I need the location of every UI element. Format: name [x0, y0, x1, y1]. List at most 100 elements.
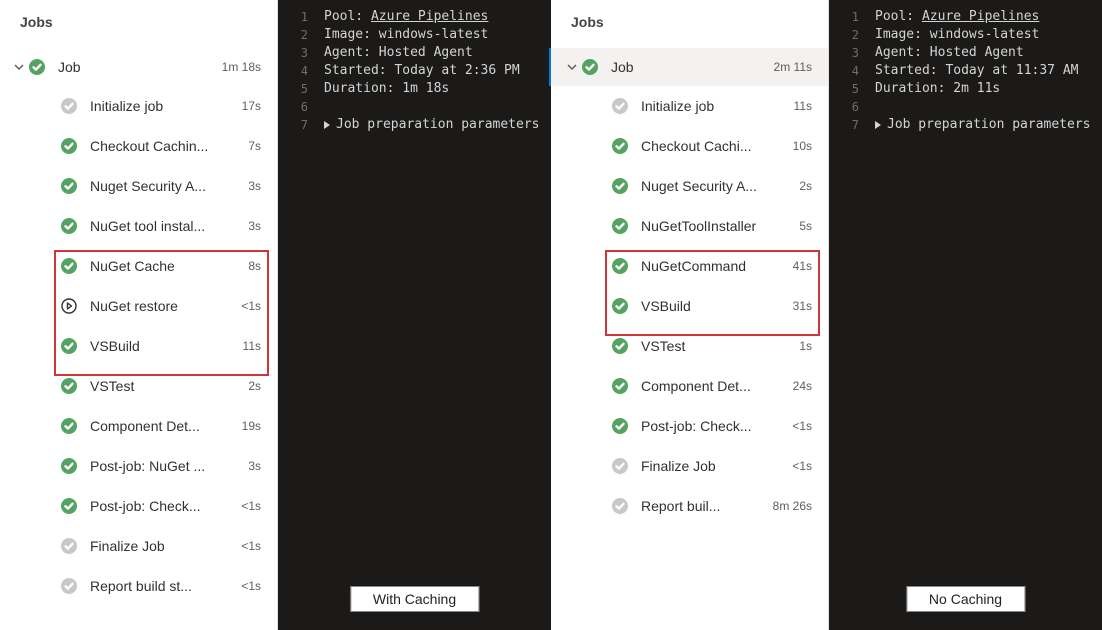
log-duration: Duration: 2m 11s	[875, 80, 1000, 98]
triangle-right-icon	[324, 121, 330, 129]
step-label: VSTest	[90, 378, 242, 394]
step-label: Finalize Job	[641, 458, 786, 474]
step-duration: 11s	[794, 99, 812, 113]
success-icon	[60, 137, 78, 155]
success-icon	[60, 337, 78, 355]
step-row[interactable]: NuGet tool instal...3s	[0, 206, 277, 246]
step-row[interactable]: Component Det... 24s	[551, 366, 828, 406]
success-icon	[611, 417, 629, 435]
step-row[interactable]: NuGet restore<1s	[0, 286, 277, 326]
step-row[interactable]: VSTest 2s	[0, 366, 277, 406]
step-row[interactable]: NuGetCommand 41s	[551, 246, 828, 286]
neutral-icon	[60, 97, 78, 115]
log-started: Started: Today at 11:37 AM	[875, 62, 1079, 80]
job-row-parent[interactable]: Job1m 18s	[0, 48, 277, 86]
job-row-parent[interactable]: Job2m 11s	[549, 48, 828, 86]
step-row[interactable]: Component Det...19s	[0, 406, 277, 446]
success-icon	[60, 457, 78, 475]
jobs-header: Jobs	[571, 14, 828, 30]
step-duration: 41s	[793, 259, 812, 273]
log-panel: 1Pool: Azure Pipelines2Image: windows-la…	[278, 0, 551, 630]
step-row[interactable]: Initialize job17s	[0, 86, 277, 126]
step-row[interactable]: NuGet Cache 8s	[0, 246, 277, 286]
step-label: Nuget Security A...	[90, 178, 242, 194]
step-label: Report buil...	[641, 498, 767, 514]
step-row[interactable]: Post-job: Check...<1s	[551, 406, 828, 446]
success-icon	[581, 58, 599, 76]
neutral-icon	[611, 97, 629, 115]
step-duration: 3s	[248, 179, 261, 193]
caption-label: No Caching	[906, 586, 1025, 612]
jobs-panel: Jobs Job2m 11sInitialize job11sCheckout C…	[551, 0, 829, 630]
step-label: Post-job: Check...	[90, 498, 235, 514]
step-row[interactable]: VSBuild 31s	[551, 286, 828, 326]
step-duration: 24s	[793, 379, 812, 393]
step-label: NuGetCommand	[641, 258, 787, 274]
step-duration: 8s	[248, 259, 261, 273]
log-pool: Pool: Azure Pipelines	[875, 8, 1039, 26]
success-icon	[60, 417, 78, 435]
step-duration: <1s	[792, 459, 812, 473]
step-duration: 1s	[799, 339, 812, 353]
success-icon	[611, 297, 629, 315]
log-panel: 1Pool: Azure Pipelines2Image: windows-la…	[829, 0, 1102, 630]
step-label: Initialize job	[90, 98, 236, 114]
step-row[interactable]: Post-job: NuGet ...3s	[0, 446, 277, 486]
success-icon	[611, 257, 629, 275]
log-image: Image: windows-latest	[875, 26, 1039, 44]
step-label: Report build st...	[90, 578, 235, 594]
step-label: NuGet Cache	[90, 258, 242, 274]
step-row[interactable]: VSBuild11s	[0, 326, 277, 366]
job-duration: 2m 11s	[774, 60, 812, 74]
success-icon	[60, 217, 78, 235]
success-icon	[28, 58, 46, 76]
success-icon	[611, 217, 629, 235]
log-collapsible[interactable]: Job preparation parameters	[875, 116, 1091, 134]
step-label: NuGetToolInstaller	[641, 218, 793, 234]
step-duration: 10s	[793, 139, 812, 153]
step-duration: 5s	[799, 219, 812, 233]
step-row[interactable]: Checkout Cachin...7s	[0, 126, 277, 166]
step-label: Finalize Job	[90, 538, 235, 554]
step-duration: <1s	[241, 539, 261, 553]
step-row[interactable]: Report buil... 8m 26s	[551, 486, 828, 526]
neutral-icon	[60, 577, 78, 595]
log-agent: Agent: Hosted Agent	[324, 44, 473, 62]
log-started: Started: Today at 2:36 PM	[324, 62, 520, 80]
chevron-down-icon[interactable]	[563, 61, 581, 73]
step-row[interactable]: Initialize job11s	[551, 86, 828, 126]
success-icon	[611, 337, 629, 355]
step-row[interactable]: Nuget Security A... 3s	[0, 166, 277, 206]
step-label: Nuget Security A...	[641, 178, 793, 194]
step-label: NuGet tool instal...	[90, 218, 242, 234]
step-row[interactable]: Finalize Job <1s	[0, 526, 277, 566]
step-row[interactable]: VSTest1s	[551, 326, 828, 366]
step-duration: 19s	[242, 419, 261, 433]
step-duration: 2s	[248, 379, 261, 393]
pool-link[interactable]: Azure Pipelines	[371, 9, 488, 24]
success-icon	[611, 177, 629, 195]
step-duration: <1s	[241, 579, 261, 593]
step-row[interactable]: Post-job: Check...<1s	[0, 486, 277, 526]
step-label: Component Det...	[641, 378, 787, 394]
step-label: VSBuild	[641, 298, 787, 314]
chevron-down-icon[interactable]	[10, 61, 28, 73]
neutral-icon	[611, 497, 629, 515]
step-duration: 7s	[248, 139, 261, 153]
step-row[interactable]: Finalize Job <1s	[551, 446, 828, 486]
jobs-header: Jobs	[20, 14, 277, 30]
step-label: VSBuild	[90, 338, 237, 354]
step-row[interactable]: Checkout Cachi...10s	[551, 126, 828, 166]
step-duration: 8m 26s	[773, 499, 812, 513]
success-icon	[60, 177, 78, 195]
log-collapsible[interactable]: Job preparation parameters	[324, 116, 540, 134]
success-icon	[60, 497, 78, 515]
step-duration: 3s	[248, 459, 261, 473]
step-duration: 31s	[793, 299, 812, 313]
pool-link[interactable]: Azure Pipelines	[922, 9, 1039, 24]
caption-label: With Caching	[350, 586, 479, 612]
step-row[interactable]: NuGetToolInstaller 5s	[551, 206, 828, 246]
step-label: NuGet restore	[90, 298, 235, 314]
step-row[interactable]: Nuget Security A...2s	[551, 166, 828, 206]
step-row[interactable]: Report build st... <1s	[0, 566, 277, 606]
